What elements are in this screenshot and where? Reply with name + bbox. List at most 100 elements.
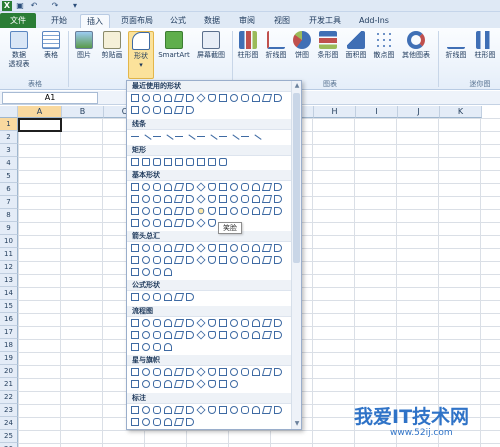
row-header[interactable]: 10 [0, 235, 18, 248]
flowchart-shape-icon[interactable] [173, 319, 185, 327]
recent-shape-icon[interactable] [164, 94, 172, 102]
basic-shape-icon[interactable] [208, 195, 216, 203]
column-header[interactable]: J [398, 106, 440, 118]
tab-review[interactable]: 审阅 [233, 14, 261, 28]
basic-shape-icon[interactable] [173, 195, 185, 203]
arrow-shape-icon[interactable] [173, 256, 185, 264]
basic-shape-icon[interactable] [142, 207, 150, 215]
callout-shape-icon[interactable] [173, 406, 185, 414]
recent-shape-icon[interactable] [142, 106, 150, 114]
excel-icon[interactable]: X [2, 1, 12, 11]
arrow-shape-icon[interactable] [230, 256, 238, 264]
arrow-shape-icon[interactable] [261, 256, 273, 264]
star-shape-icon[interactable] [186, 368, 194, 376]
star-shape-icon[interactable] [208, 368, 216, 376]
arrow-shape-icon[interactable] [142, 244, 150, 252]
basic-shape-icon[interactable] [274, 183, 282, 191]
tab-data[interactable]: 数据 [198, 14, 226, 28]
line-shape-icon[interactable] [140, 134, 152, 146]
banner-shape-icon[interactable] [186, 380, 194, 388]
flowchart-shape-icon[interactable] [261, 319, 273, 327]
arrow-shape-icon[interactable] [274, 256, 282, 264]
row-header[interactable]: 2 [0, 131, 18, 144]
row-header[interactable]: 7 [0, 196, 18, 209]
basic-shape-icon[interactable] [230, 195, 238, 203]
arrow-shape-icon[interactable] [241, 256, 249, 264]
arrow-shape-icon[interactable] [252, 244, 260, 252]
flowchart-shape-icon[interactable] [252, 319, 260, 327]
equation-shape-icon[interactable] [164, 293, 172, 301]
basic-shape-icon[interactable] [131, 195, 139, 203]
star-shape-icon[interactable] [142, 368, 150, 376]
tab-formulas[interactable]: 公式 [164, 14, 192, 28]
equation-shape-icon[interactable] [173, 293, 185, 301]
basic-shape-icon[interactable] [153, 183, 161, 191]
basic-shape-icon[interactable] [164, 195, 172, 203]
banner-shape-icon[interactable] [196, 379, 206, 389]
row-header[interactable]: 9 [0, 222, 18, 235]
arrow-shape-icon[interactable] [164, 244, 172, 252]
basic-shape-icon[interactable] [219, 195, 227, 203]
callout-shape-icon[interactable] [274, 406, 282, 414]
basic-shape-icon[interactable] [196, 182, 206, 192]
flowchart-shape-icon[interactable] [241, 319, 249, 327]
flowchart-shape-icon[interactable] [153, 331, 161, 339]
flowchart-shape-icon[interactable] [186, 319, 194, 327]
recent-shape-icon[interactable] [274, 94, 282, 102]
banner-shape-icon[interactable] [153, 380, 161, 388]
arrow-shape-icon[interactable] [153, 244, 161, 252]
recent-shape-icon[interactable] [131, 106, 139, 114]
callout-shape-icon[interactable] [142, 406, 150, 414]
flowchart-shape-icon[interactable] [153, 319, 161, 327]
arrow-shape-icon[interactable] [142, 256, 150, 264]
basic-shape-icon[interactable] [208, 183, 216, 191]
row-header[interactable]: 19 [0, 352, 18, 365]
basic-shape-icon[interactable] [208, 207, 216, 215]
row-header[interactable]: 21 [0, 378, 18, 391]
recent-shape-icon[interactable] [173, 106, 185, 114]
equation-shape-icon[interactable] [153, 293, 161, 301]
recent-shape-icon[interactable] [261, 94, 273, 102]
column-header[interactable]: B [62, 106, 104, 118]
row-header[interactable]: 20 [0, 365, 18, 378]
row-header[interactable]: 6 [0, 183, 18, 196]
star-shape-icon[interactable] [261, 368, 273, 376]
flowchart-shape-icon[interactable] [261, 331, 273, 339]
tab-view[interactable]: 视图 [268, 14, 296, 28]
rect-shape-icon[interactable] [142, 158, 150, 166]
callout-shape-icon[interactable] [153, 418, 161, 426]
basic-shape-icon[interactable] [219, 207, 227, 215]
save-icon[interactable]: ▣ [15, 1, 25, 11]
basic-shape-icon[interactable] [230, 183, 238, 191]
row-header[interactable]: 14 [0, 287, 18, 300]
row-header[interactable]: 25 [0, 430, 18, 443]
line-shape-icon[interactable] [206, 134, 218, 146]
tab-insert[interactable]: 插入 [80, 14, 110, 28]
basic-shape-icon[interactable] [241, 207, 249, 215]
table-button[interactable]: 表格 [38, 31, 64, 60]
basic-shape-icon[interactable] [230, 207, 238, 215]
arrow-shape-icon[interactable] [186, 256, 194, 264]
basic-shape-icon[interactable] [173, 219, 185, 227]
row-header[interactable]: 17 [0, 326, 18, 339]
basic-shape-icon[interactable] [153, 195, 161, 203]
basic-shape-icon[interactable] [186, 183, 194, 191]
callout-shape-icon[interactable] [142, 418, 150, 426]
row-header[interactable]: 1 [0, 118, 18, 131]
basic-shape-icon[interactable] [274, 207, 282, 215]
rect-shape-icon[interactable] [131, 158, 139, 166]
line-shape-icon[interactable] [250, 134, 262, 146]
row-header[interactable]: 13 [0, 274, 18, 287]
line-shape-icon[interactable] [162, 134, 174, 146]
arrow-shape-icon[interactable] [131, 244, 139, 252]
arrow-shape-icon[interactable] [153, 268, 161, 276]
row-header[interactable]: 3 [0, 144, 18, 157]
banner-shape-icon[interactable] [230, 380, 238, 388]
recent-shape-icon[interactable] [252, 94, 260, 102]
callout-shape-icon[interactable] [164, 418, 172, 426]
flowchart-shape-icon[interactable] [164, 331, 172, 339]
row-header[interactable]: 4 [0, 157, 18, 170]
arrow-shape-icon[interactable] [208, 256, 216, 264]
row-header[interactable]: 15 [0, 300, 18, 313]
equation-shape-icon[interactable] [142, 293, 150, 301]
